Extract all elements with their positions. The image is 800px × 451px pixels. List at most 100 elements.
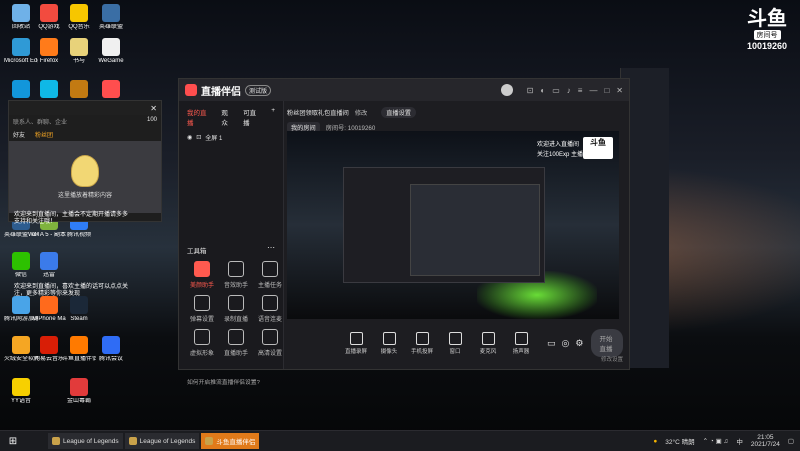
desktop-icon-label: 书与	[72, 58, 85, 64]
app-icon	[40, 252, 58, 270]
close-icon[interactable]: ✕	[616, 86, 623, 95]
desktop-icon-label: QQ音乐	[68, 24, 90, 30]
source-tool[interactable]: 窗口	[440, 331, 470, 355]
app-icon	[40, 296, 58, 314]
tool-label: 美颜助手	[189, 283, 214, 289]
minimize-icon[interactable]: —	[589, 86, 597, 95]
desktop-icon[interactable]: 网易云音乐	[32, 336, 66, 363]
app-icon	[12, 336, 30, 354]
clock-time: 21:05	[757, 434, 774, 441]
tool-label: 高清设置	[257, 351, 282, 357]
tool-label: 语音连麦	[257, 317, 282, 323]
tool-item[interactable]: 音效助手	[219, 261, 253, 289]
desktop-icon[interactable]: WeGame	[94, 38, 128, 65]
source-tool[interactable]: 手机投屏	[407, 331, 437, 355]
app-icon	[12, 252, 30, 270]
app-icon	[12, 38, 30, 56]
tab-my-live[interactable]: 我的直播	[187, 107, 212, 127]
maximize-icon[interactable]: □	[604, 86, 609, 95]
app-icon	[12, 296, 30, 314]
eye-icon[interactable]: ◎	[562, 338, 570, 349]
tool-item[interactable]: 直播助手	[219, 329, 253, 357]
qq-search[interactable]: 联系人、群聊、企业	[13, 117, 67, 126]
more-tools-icon[interactable]: ⋯	[267, 243, 275, 252]
ime-indicator[interactable]: 中	[736, 436, 743, 446]
desktop-icon[interactable]: 书与	[62, 38, 96, 65]
source-tool-icon	[415, 331, 429, 345]
tab-friends[interactable]: 好友	[13, 130, 25, 139]
taskbar-app-icon	[128, 437, 137, 445]
settings-tag[interactable]: 直播设置	[381, 107, 416, 118]
tool-item[interactable]: 录制直播	[219, 295, 253, 323]
menu-icon[interactable]: ≡	[578, 86, 583, 95]
chat-message-2: 欢迎来到直播间，喜欢主播的话可以点点关注，更多精彩等你来发现	[14, 284, 129, 297]
tray-icons[interactable]: ⌃ ◔ ▣ ♫	[703, 437, 729, 445]
edit-category-button[interactable]: 修改	[355, 108, 367, 117]
start-icon[interactable]: ⊞	[4, 432, 22, 450]
desktop-icon[interactable]: 英雄联盟	[94, 4, 128, 31]
desktop-icon[interactable]: Steam	[62, 296, 96, 323]
app-icon	[70, 38, 88, 56]
desktop-icon-label: 英雄联盟	[98, 24, 123, 30]
app-icon	[40, 4, 58, 22]
bell-icon[interactable]: ♪	[567, 86, 571, 95]
bottom-right-small[interactable]: 修改设置	[601, 355, 623, 363]
taskbar-app[interactable]: League of Legends	[48, 433, 123, 449]
app-icon	[102, 4, 120, 22]
desktop-icon[interactable]: 金山毒霸	[62, 378, 96, 405]
tool-item[interactable]: 美颜助手	[185, 261, 219, 289]
tool-label: 弹幕设置	[189, 317, 214, 323]
app-icon	[102, 336, 120, 354]
desktop-icon[interactable]: 腾讯会议	[94, 336, 128, 363]
desktop-icon[interactable]: QQ音乐	[62, 4, 96, 31]
window-controls: ⊡ ◐ ▭ ♪ ≡ — □ ✕	[527, 86, 623, 95]
source-tool-label: 麦克风	[479, 348, 497, 355]
qq-count: 100	[146, 117, 157, 123]
tool-item[interactable]: 高清设置	[253, 329, 287, 357]
close-icon[interactable]: ✕	[150, 104, 157, 113]
notice-text[interactable]: 如何开启推流直播伴侣设置?	[187, 377, 260, 386]
tab-audience[interactable]: 观众	[221, 107, 234, 127]
preview-badge-logo: 斗鱼	[590, 138, 606, 147]
gear-icon[interactable]: ⚙	[575, 338, 583, 349]
notification-icon[interactable]: ▢	[788, 437, 794, 445]
desktop-icon[interactable]: QQ游戏	[32, 4, 66, 31]
skin-icon[interactable]: ◐	[540, 86, 545, 95]
taskbar-app[interactable]: League of Legends	[124, 433, 200, 449]
tool-item[interactable]: 虚拟形象	[185, 329, 219, 357]
source-tool-label: 摄像头	[380, 348, 398, 355]
tool-item[interactable]: 主播任务	[253, 261, 287, 289]
desktop-icon[interactable]: 斗鱼直播伴侣	[62, 336, 96, 363]
gift-icon[interactable]: ⊡	[527, 86, 534, 95]
visibility-icon[interactable]: ◉	[187, 134, 192, 141]
taskbar-app-label: League of Legends	[63, 437, 119, 445]
start-live-button[interactable]: 开始直播	[591, 329, 623, 357]
source-tool[interactable]: 直播录屏	[341, 331, 371, 355]
tool-icon	[194, 295, 210, 311]
source-tool[interactable]: 麦克风	[473, 331, 503, 355]
source-tool[interactable]: 摄像头	[374, 331, 404, 355]
source-tool-label: 手机投屏	[410, 348, 433, 355]
tab-fans[interactable]: 粉丝团	[35, 130, 53, 139]
desktop-icon[interactable]: Firefox	[32, 38, 66, 65]
lock-icon[interactable]: ⊡	[196, 134, 201, 141]
tab-available[interactable]: 可直播	[243, 107, 262, 127]
camera-toggle-icon[interactable]: ▭	[547, 338, 556, 349]
tool-item[interactable]: 弹幕设置	[185, 295, 219, 323]
weather-text[interactable]: 32°C 晴朗	[665, 436, 694, 446]
desktop-icon[interactable]: MiPhone Manager	[32, 296, 66, 323]
tool-item[interactable]: 语音连麦	[253, 295, 287, 323]
taskbar-app-icon	[205, 437, 214, 445]
desktop-icon[interactable]: YY语音	[4, 378, 38, 405]
user-avatar[interactable]	[500, 84, 513, 96]
source-tool[interactable]: 扬声器	[506, 331, 536, 355]
app-icon	[70, 296, 88, 314]
add-tab-button[interactable]: +	[271, 107, 275, 127]
source-tool-label: 直播录屏	[344, 348, 367, 355]
desktop-icon[interactable]: 迅雷	[32, 252, 66, 279]
taskbar-app[interactable]: 斗鱼直播伴侣	[201, 433, 260, 449]
source-tool-icon	[349, 331, 363, 345]
message-icon[interactable]: ▭	[552, 86, 560, 95]
clock-date: 2021/7/24	[750, 441, 780, 448]
stream-title: 粉丝团领取礼包直播间	[287, 110, 349, 117]
